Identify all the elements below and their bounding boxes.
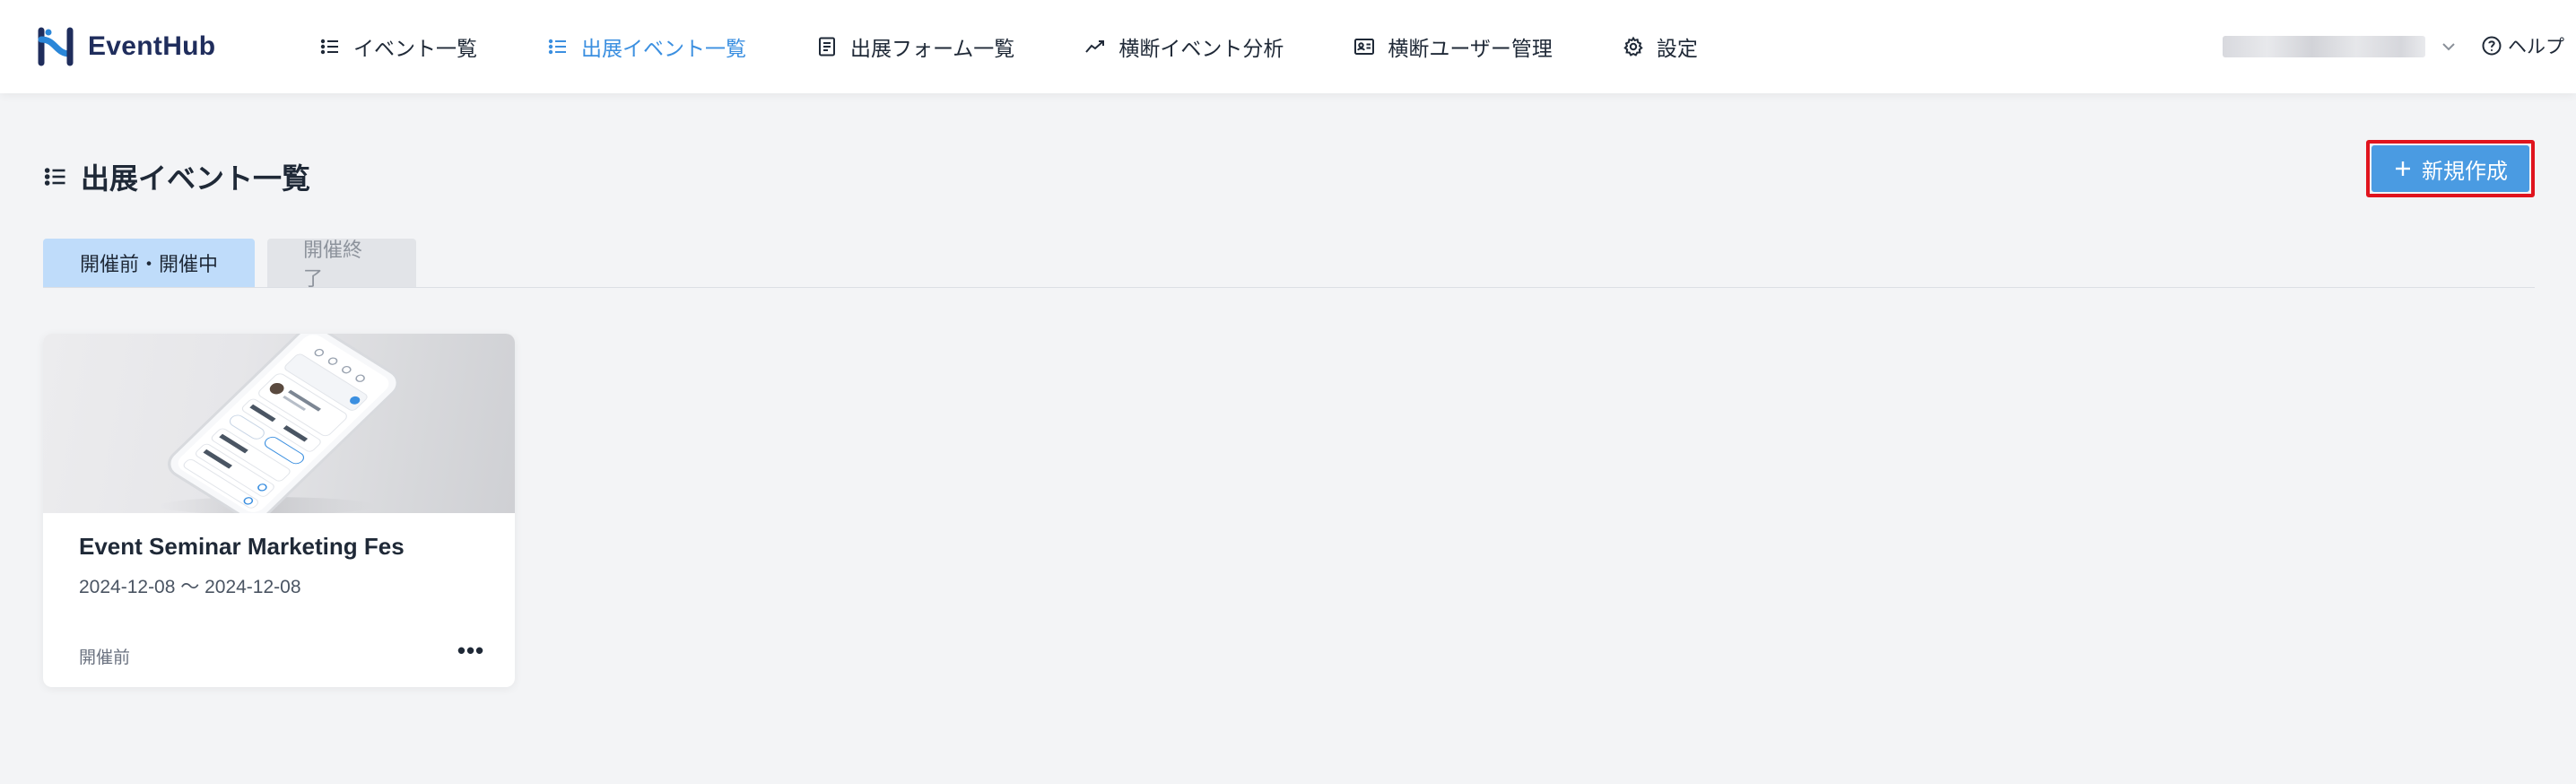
nav-item-exhibition-forms[interactable]: 出展フォーム一覧 [816, 31, 1014, 62]
nav-item-events[interactable]: イベント一覧 [319, 31, 477, 62]
event-status: 開催前 [79, 649, 131, 667]
app-logo[interactable]: EventHub [36, 23, 215, 70]
event-card[interactable]: Event Seminar Marketing Fes 2024-12-08 〜… [43, 334, 515, 687]
list-icon [320, 39, 338, 55]
id-card-icon [1354, 39, 1375, 55]
event-status-tabs: 開催前・開催中 開催終了 [43, 239, 416, 290]
nav-item-cross-event-analytics[interactable]: 横断イベント分析 [1084, 31, 1284, 62]
tabs-divider [43, 287, 2535, 288]
nav-item-settings[interactable]: 設定 [1623, 31, 1698, 62]
question-circle-icon [2482, 36, 2502, 56]
chevron-down-icon [2442, 43, 2455, 51]
tab-ended[interactable]: 開催終了 [267, 239, 416, 290]
nav-item-label: 横断イベント分析 [1118, 37, 1284, 60]
nav-item-cross-user-management[interactable]: 横断ユーザー管理 [1353, 31, 1553, 62]
phone-mockup-image [160, 334, 399, 513]
help-label: ヘルプ [2508, 37, 2564, 57]
top-navigation-bar: EventHub イベント一覧 出展イベント一覧 出展フォーム一覧 横断イベント… [0, 0, 2576, 93]
create-button-label: 新規作成 [2422, 159, 2508, 184]
list-icon [548, 39, 566, 55]
form-icon [819, 37, 835, 57]
help-link[interactable]: ヘルプ [2481, 32, 2564, 59]
brand-name: EventHub [88, 31, 216, 61]
create-new-button[interactable]: 新規作成 [2371, 145, 2529, 192]
nav-item-label: 出展イベント一覧 [581, 37, 746, 60]
event-title: Event Seminar Marketing Fes [79, 533, 405, 560]
nav-item-label: 出展フォーム一覧 [850, 37, 1015, 60]
account-menu[interactable] [2223, 36, 2458, 57]
more-horizontal-icon[interactable]: ••• [452, 635, 490, 666]
nav-item-label: イベント一覧 [353, 37, 477, 60]
nav-item-exhibition-events[interactable]: 出展イベント一覧 [547, 31, 746, 62]
main-nav: イベント一覧 出展イベント一覧 出展フォーム一覧 横断イベント分析 横断ユーザー… [319, 0, 1768, 93]
nav-item-label: 横断ユーザー管理 [1388, 37, 1553, 60]
event-thumbnail [43, 334, 515, 513]
page-title-text: 出展イベント一覧 [81, 162, 311, 195]
list-icon [44, 168, 65, 186]
plus-icon [2396, 161, 2410, 176]
eventhub-logo-icon [38, 27, 74, 66]
page-title: 出展イベント一覧 [43, 156, 310, 197]
tab-upcoming-ongoing[interactable]: 開催前・開催中 [43, 239, 255, 287]
account-name-redacted [2223, 36, 2425, 57]
chart-line-icon [1085, 40, 1105, 53]
nav-item-label: 設定 [1656, 37, 1698, 60]
gear-icon [1623, 36, 1643, 57]
event-dates: 2024-12-08 〜 2024-12-08 [79, 577, 301, 597]
